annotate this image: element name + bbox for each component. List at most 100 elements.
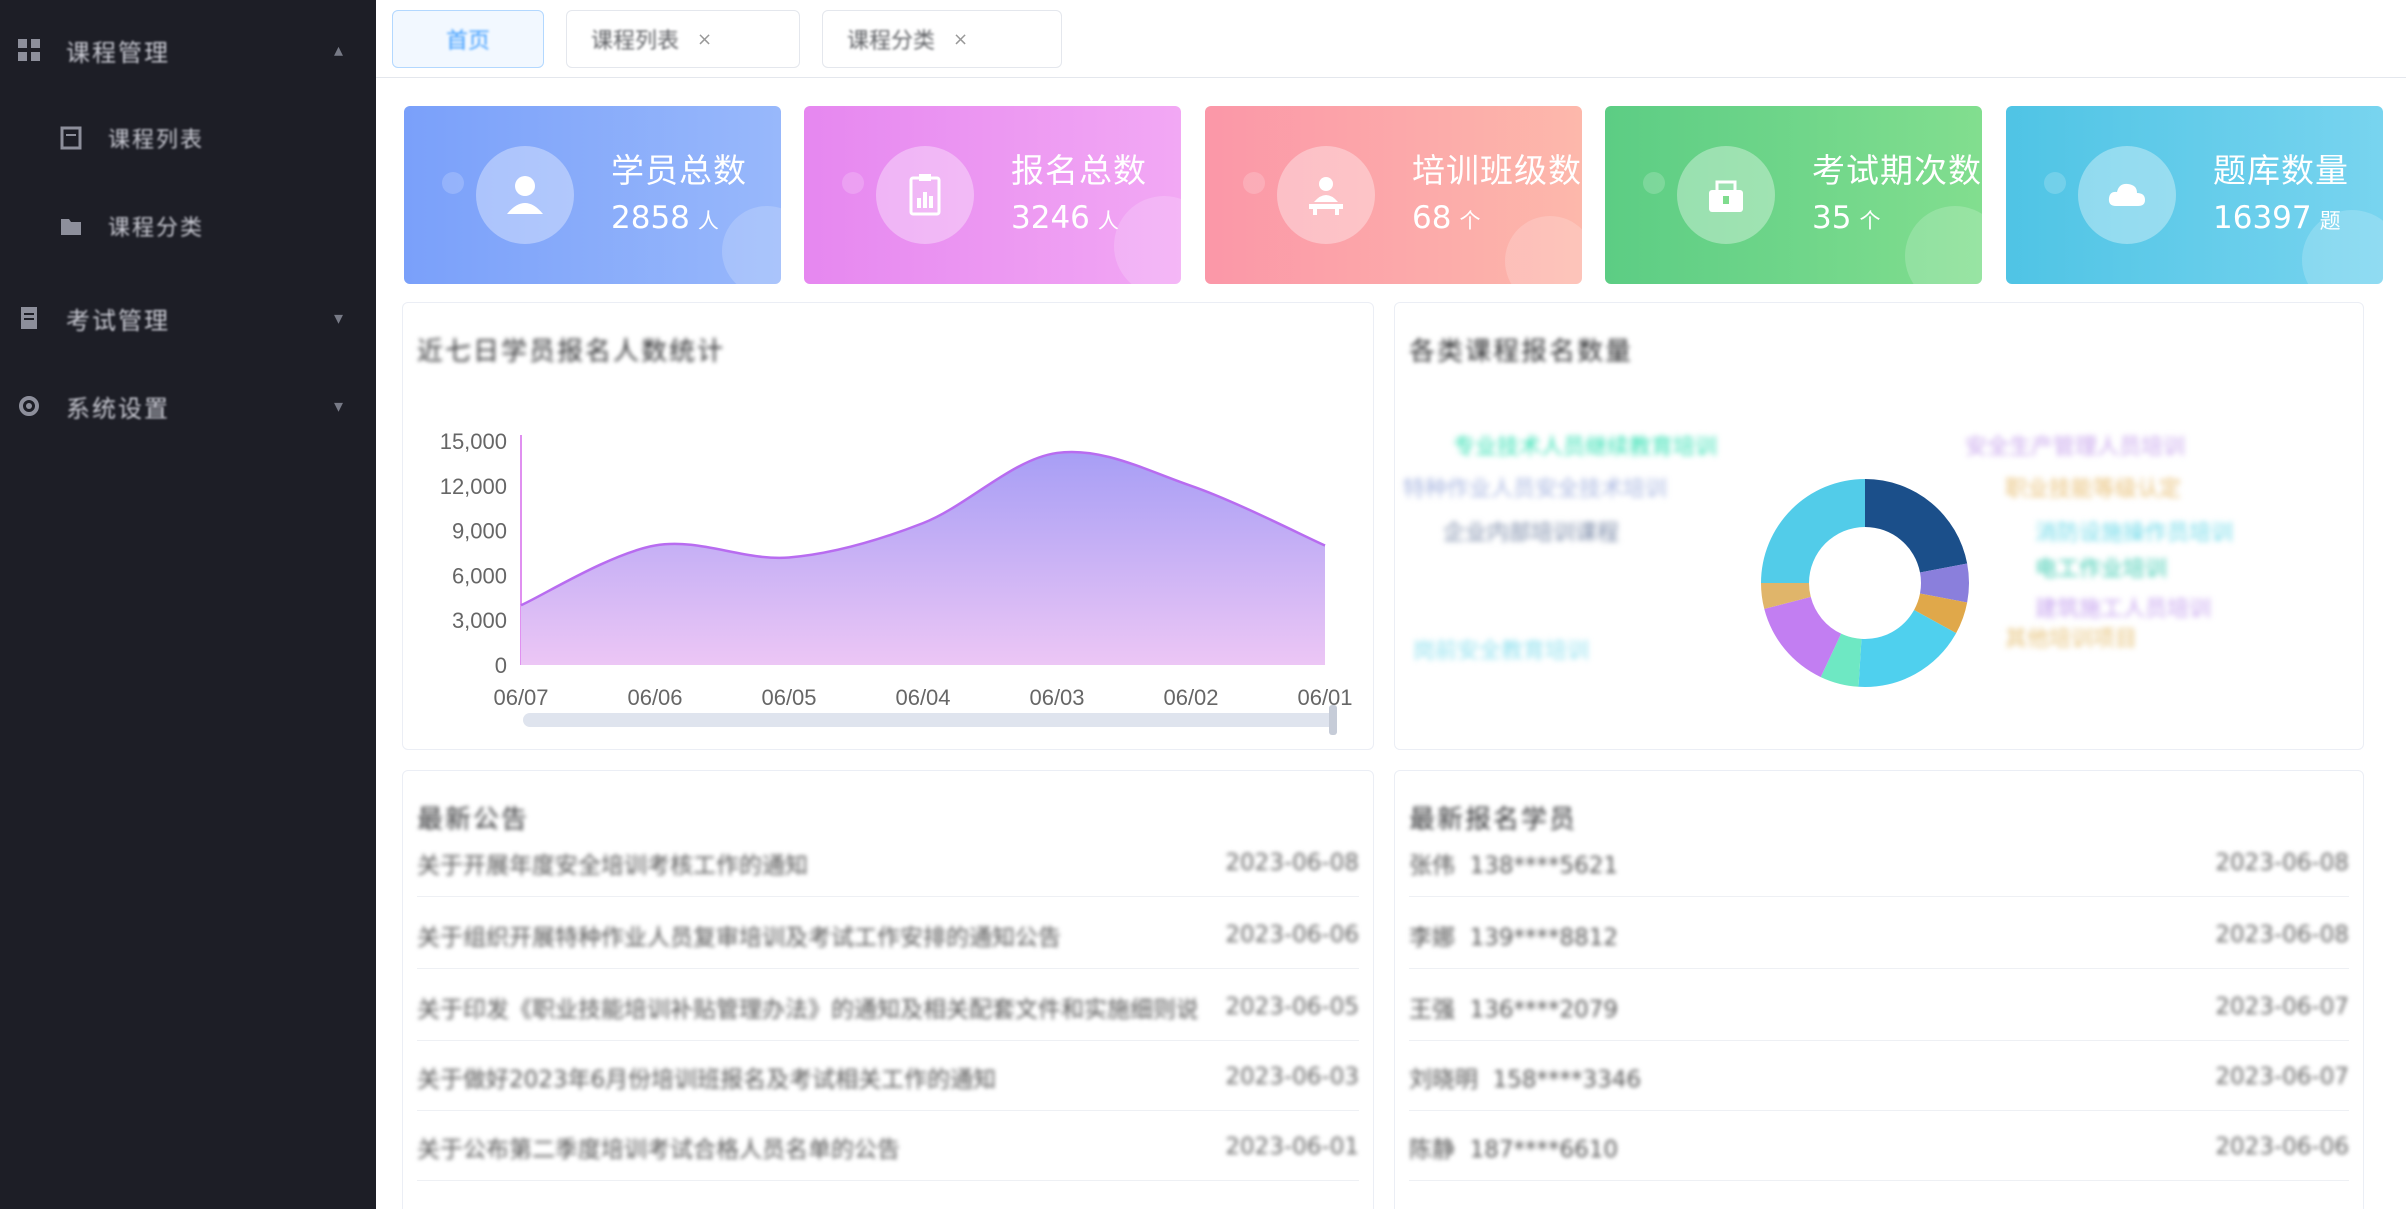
decor-bubble xyxy=(442,172,464,194)
sidebar-item-label: 课程分类 xyxy=(108,216,205,241)
x-tick-label: 06/04 xyxy=(895,685,950,710)
tab-course-category[interactable]: 课程分类 × xyxy=(822,10,1062,68)
registration-date: 2023-06-07 xyxy=(2215,993,2349,1020)
tab-home[interactable]: 首页 xyxy=(392,10,544,68)
cloud-icon xyxy=(2078,146,2176,244)
list-item[interactable]: 李娜 139****8812 2023-06-08 xyxy=(1409,901,2349,969)
sidebar-item-course-category[interactable]: 课程分类 xyxy=(56,206,356,246)
stat-value: 68 个 xyxy=(1412,200,1480,236)
notice-date: 2023-06-06 xyxy=(1225,921,1359,948)
tab-label: 课程分类 xyxy=(847,29,936,54)
registrant: 李娜 139****8812 xyxy=(1409,918,1618,952)
datazoom-handle[interactable] xyxy=(1329,705,1337,735)
trend-chart[interactable]: 15,00012,0009,0006,0003,0000 06/07 06/06 0… xyxy=(403,303,1375,751)
registrant-phone: 139****8812 xyxy=(1469,924,1619,951)
stat-title: 报名总数 xyxy=(1011,151,1147,190)
stat-value: 35 个 xyxy=(1812,200,1880,236)
list-item[interactable]: 关于组织开展特种作业人员复审培训及考试工作安排的通知公告 2023-06-06 xyxy=(417,901,1359,969)
clipboard-icon xyxy=(876,146,974,244)
y-tick-label: 3,000 xyxy=(452,608,507,633)
sidebar-item-course-management[interactable]: 课程管理 ▴ xyxy=(14,30,344,70)
tab-label: 课程列表 xyxy=(591,29,680,54)
donut-segment[interactable] xyxy=(1865,479,1968,573)
x-axis: 06/07 06/06 06/05 06/04 06/03 06/02 06/01 xyxy=(493,685,1352,710)
stat-card-question-bank[interactable]: 题库数量 16397 题 xyxy=(2006,106,2383,284)
registrant: 陈静 187****6610 xyxy=(1409,1130,1618,1164)
notice-title: 关于做好2023年6月份培训班报名及考试相关工作的通知 xyxy=(417,1066,997,1093)
registrant-phone: 136****2079 xyxy=(1469,996,1619,1023)
y-tick-label: 0 xyxy=(495,653,507,678)
stat-card-registrations[interactable]: 报名总数 3246 人 xyxy=(804,106,1181,284)
sidebar-item-label: 考试管理 xyxy=(66,306,170,335)
x-tick-label: 06/03 xyxy=(1029,685,1084,710)
exam-icon xyxy=(1677,146,1775,244)
sidebar: 课程管理 ▴ 课程列表 课程分类 考试管理 ▾ 系统设置 ▾ xyxy=(0,0,376,1209)
registrant-phone: 187****6610 xyxy=(1469,1136,1619,1163)
stat-title: 学员总数 xyxy=(611,151,747,190)
notice-title: 关于组织开展特种作业人员复审培训及考试工作安排的通知公告 xyxy=(417,924,1061,951)
latest-registrations-panel: 最新报名学员 张伟 138****5621 2023-06-08 李娜 139*… xyxy=(1394,770,2364,1209)
close-icon[interactable]: × xyxy=(697,29,712,50)
datazoom-slider[interactable] xyxy=(523,713,1337,727)
registration-date: 2023-06-08 xyxy=(2215,849,2349,876)
notice-date: 2023-06-05 xyxy=(1225,993,1359,1020)
stat-title: 考试期次数 xyxy=(1812,151,1982,190)
donut-segment[interactable] xyxy=(1761,479,1865,583)
list-item[interactable]: 关于开展年度安全培训考核工作的通知 2023-06-08 xyxy=(417,829,1359,897)
stat-value: 3246 人 xyxy=(1011,200,1119,236)
stat-unit: 题 xyxy=(2319,209,2341,233)
registrant: 张伟 138****5621 xyxy=(1409,846,1618,880)
sidebar-item-system-settings[interactable]: 系统设置 ▾ xyxy=(14,386,344,426)
stat-unit: 个 xyxy=(1459,209,1481,233)
x-tick-label: 06/05 xyxy=(761,685,816,710)
class-icon xyxy=(1277,146,1375,244)
sidebar-item-course-list[interactable]: 课程列表 xyxy=(56,118,356,158)
sidebar-item-exam-management[interactable]: 考试管理 ▾ xyxy=(14,298,344,338)
y-tick-label: 6,000 xyxy=(452,563,507,588)
stat-card-classes[interactable]: 培训班级数 68 个 xyxy=(1205,106,1582,284)
list-item[interactable]: 关于公布第二季度培训考试合格人员名单的公告 2023-06-01 xyxy=(417,1113,1359,1181)
sidebar-item-label: 课程管理 xyxy=(66,38,170,67)
notice-date: 2023-06-08 xyxy=(1225,849,1359,876)
stat-number: 2858 xyxy=(611,200,690,236)
list-item[interactable]: 刘晓明 158****3346 2023-06-07 xyxy=(1409,1043,2349,1111)
stat-value: 16397 题 xyxy=(2213,200,2341,236)
decor-bubble xyxy=(1905,206,1982,284)
close-icon[interactable]: × xyxy=(953,29,968,50)
notice-date: 2023-06-01 xyxy=(1225,1133,1359,1160)
document-icon xyxy=(14,304,44,332)
chevron-up-icon: ▴ xyxy=(334,39,344,61)
sidebar-item-label: 课程列表 xyxy=(108,128,205,153)
category-pie-panel: 各类课程报名数量 专业技术人员继续教育培训 安全生产管理人员培训 特种作业人员安全技… xyxy=(1394,302,2364,750)
registrant-name: 张伟 xyxy=(1409,852,1455,879)
folder-icon xyxy=(56,212,86,240)
registrant-name: 李娜 xyxy=(1409,924,1455,951)
stat-number: 68 xyxy=(1412,200,1452,236)
list-item[interactable]: 张伟 138****5621 2023-06-08 xyxy=(1409,829,2349,897)
sidebar-item-label: 系统设置 xyxy=(66,394,170,423)
stat-card-exams[interactable]: 考试期次数 35 个 xyxy=(1605,106,1982,284)
list-item[interactable]: 关于做好2023年6月份培训班报名及考试相关工作的通知 2023-06-03 xyxy=(417,1043,1359,1111)
donut-chart[interactable] xyxy=(1395,303,2365,751)
x-tick-label: 06/02 xyxy=(1163,685,1218,710)
stat-card-students[interactable]: 学员总数 2858 人 xyxy=(404,106,781,284)
tabs-bar: 首页 课程列表 × 课程分类 × xyxy=(376,0,2406,78)
stat-unit: 人 xyxy=(1097,209,1119,233)
x-tick-label: 06/01 xyxy=(1297,685,1352,710)
gear-icon xyxy=(14,392,44,420)
tab-course-list[interactable]: 课程列表 × xyxy=(566,10,800,68)
registrant-name: 王强 xyxy=(1409,996,1455,1023)
notice-date: 2023-06-03 xyxy=(1225,1063,1359,1090)
user-icon xyxy=(476,146,574,244)
y-axis: 15,000 12,000 9,000 6,000 3,000 0 xyxy=(440,429,522,678)
stat-unit: 个 xyxy=(1859,209,1881,233)
registrant-phone: 158****3346 xyxy=(1492,1066,1642,1093)
list-item[interactable]: 王强 136****2079 2023-06-07 xyxy=(1409,973,2349,1041)
notice-title: 关于公布第二季度培训考试合格人员名单的公告 xyxy=(417,1136,900,1163)
list-item[interactable]: 陈静 187****6610 2023-06-06 xyxy=(1409,1113,2349,1181)
stat-title: 题库数量 xyxy=(2213,151,2349,190)
list-item[interactable]: 关于印发《职业技能培训补贴管理办法》的通知及相关配套文件和实施细则说明 2023… xyxy=(417,973,1359,1041)
decor-bubble xyxy=(1505,216,1582,284)
y-tick-label: 12,000 xyxy=(440,474,507,499)
tab-label: 首页 xyxy=(445,29,490,54)
